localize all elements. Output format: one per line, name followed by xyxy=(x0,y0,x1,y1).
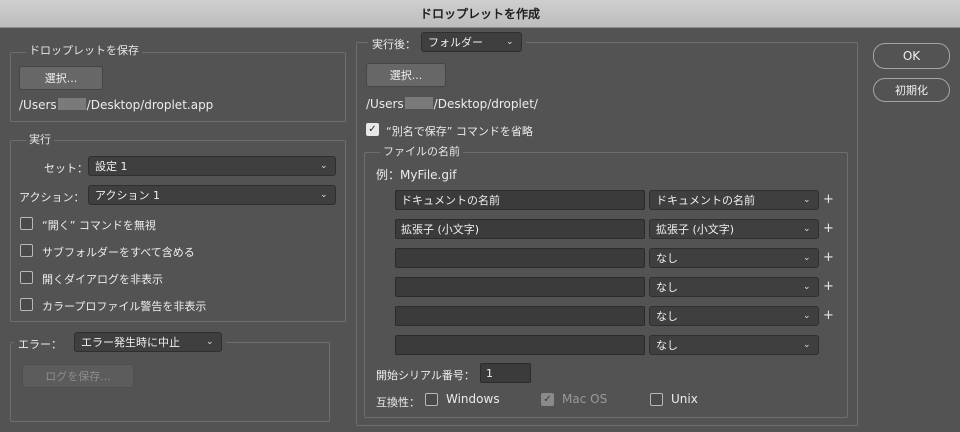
destination-label: 実行後： xyxy=(372,38,416,51)
save-droplet-path: /Users/Desktop/droplet.app xyxy=(19,98,214,112)
action-select[interactable]: アクション 1 xyxy=(88,185,336,205)
redacted-username xyxy=(404,97,433,109)
include-subfolders-checkbox[interactable] xyxy=(20,244,33,257)
chevron-down-icon xyxy=(803,341,812,350)
redacted-username xyxy=(57,98,86,110)
naming-field-3[interactable] xyxy=(395,248,645,268)
suppress-color-warnings-checkbox[interactable] xyxy=(20,298,33,311)
override-save-as-checkbox[interactable]: ✓ xyxy=(366,123,379,136)
plus-icon[interactable]: + xyxy=(823,279,834,294)
suppress-color-warnings-label: カラープロファイル警告を非表示 xyxy=(42,300,207,313)
plus-icon[interactable]: + xyxy=(823,308,834,323)
override-open-checkbox[interactable] xyxy=(20,217,33,230)
window-title-bar: ドロップレットを作成 xyxy=(0,0,960,28)
save-log-button[interactable]: ログを保存... xyxy=(22,364,134,388)
chevron-down-icon xyxy=(506,38,515,47)
naming-field-6[interactable] xyxy=(395,335,645,355)
naming-select-6[interactable]: なし xyxy=(649,335,819,355)
chevron-down-icon xyxy=(320,191,329,200)
errors-select[interactable]: エラー発生時に中止 xyxy=(74,332,222,352)
chevron-down-icon xyxy=(803,312,812,321)
naming-field-1[interactable]: ドキュメントの名前 xyxy=(395,190,645,210)
save-droplet-legend: ドロップレットを保存 xyxy=(26,44,142,58)
file-naming-legend: ファイルの名前 xyxy=(380,145,463,159)
compat-macos-label: Mac OS xyxy=(562,392,608,406)
destination-path: /Users/Desktop/droplet/ xyxy=(366,97,538,111)
play-legend: 実行 xyxy=(26,133,54,147)
compat-macos-checkbox[interactable]: ✓ xyxy=(541,393,554,406)
reset-button[interactable]: 初期化 xyxy=(873,78,950,102)
serial-input[interactable]: 1 xyxy=(480,363,531,383)
naming-select-5[interactable]: なし xyxy=(649,306,819,326)
include-subfolders-label: サブフォルダーをすべて含める xyxy=(42,246,195,259)
chevron-down-icon xyxy=(206,338,215,347)
override-save-as-label: “別名で保存” コマンドを省略 xyxy=(386,125,533,138)
file-naming-example: 例：MyFile.gif xyxy=(376,168,457,182)
checkmark-icon: ✓ xyxy=(543,393,552,405)
naming-select-1[interactable]: ドキュメントの名前 xyxy=(649,190,819,210)
destination-choose-button[interactable]: 選択... xyxy=(366,63,446,87)
action-label: アクション： xyxy=(19,191,85,204)
naming-select-3[interactable]: なし xyxy=(649,248,819,268)
chevron-down-icon xyxy=(803,196,812,205)
compat-label: 互換性： xyxy=(376,396,420,409)
suppress-open-dialogs-label: 開くダイアログを非表示 xyxy=(42,273,163,286)
chevron-down-icon xyxy=(803,254,812,263)
checkmark-icon: ✓ xyxy=(368,123,377,135)
set-label: セット： xyxy=(44,162,88,175)
destination-select[interactable]: フォルダー xyxy=(421,32,522,52)
chevron-down-icon xyxy=(320,162,329,171)
chevron-down-icon xyxy=(803,225,812,234)
serial-label: 開始シリアル番号： xyxy=(376,369,475,382)
ok-button[interactable]: OK xyxy=(873,43,950,69)
compat-windows-label: Windows xyxy=(446,392,500,406)
plus-icon[interactable]: + xyxy=(823,250,834,265)
compat-windows-checkbox[interactable] xyxy=(425,393,438,406)
set-select[interactable]: 設定 1 xyxy=(88,156,336,176)
suppress-open-dialogs-checkbox[interactable] xyxy=(20,271,33,284)
naming-field-2[interactable]: 拡張子 (小文字) xyxy=(395,219,645,239)
naming-select-2[interactable]: 拡張子 (小文字) xyxy=(649,219,819,239)
plus-icon[interactable]: + xyxy=(823,192,834,207)
override-open-label: “開く” コマンドを無視 xyxy=(42,219,156,232)
errors-label: エラー： xyxy=(18,338,62,351)
save-droplet-choose-button[interactable]: 選択... xyxy=(19,66,103,90)
naming-field-5[interactable] xyxy=(395,306,645,326)
chevron-down-icon xyxy=(803,283,812,292)
naming-field-4[interactable] xyxy=(395,277,645,297)
compat-unix-checkbox[interactable] xyxy=(650,393,663,406)
naming-select-4[interactable]: なし xyxy=(649,277,819,297)
window-title: ドロップレットを作成 xyxy=(419,7,540,21)
plus-icon[interactable]: + xyxy=(823,221,834,236)
compat-unix-label: Unix xyxy=(671,392,698,406)
